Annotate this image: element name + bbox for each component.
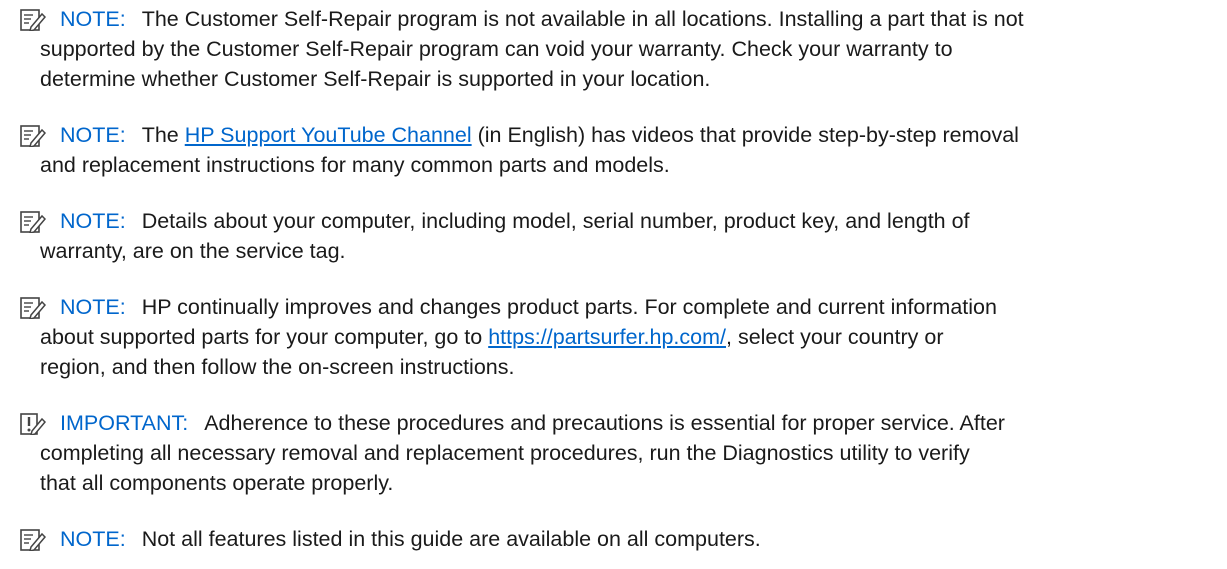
important-procedures: IMPORTANT: Adherence to these procedures … xyxy=(20,408,1210,498)
note-text: Adherence to these procedures and precau… xyxy=(204,411,1005,435)
note-text: determine whether Customer Self-Repair i… xyxy=(40,67,711,91)
important-label: IMPORTANT: xyxy=(60,411,189,435)
note-text: warranty, are on the service tag. xyxy=(40,239,346,263)
note-text: The Customer Self-Repair program is not … xyxy=(141,7,1024,31)
note-pencil-icon xyxy=(20,125,46,147)
note-service-tag: NOTE: Details about your computer, includ… xyxy=(20,206,1210,266)
note-text: and replacement instructions for many co… xyxy=(40,153,670,177)
note-pencil-icon xyxy=(20,529,46,551)
note-text: region, and then follow the on-screen in… xyxy=(40,355,515,379)
note-pencil-icon xyxy=(20,211,46,233)
note-pencil-icon xyxy=(20,9,46,31)
note-features: NOTE: Not all features listed in this gui… xyxy=(20,524,1210,554)
note-text: HP continually improves and changes prod… xyxy=(141,295,997,319)
note-text: , select your country or xyxy=(726,325,944,349)
note-text: Not all features listed in this guide ar… xyxy=(141,527,761,551)
hp-support-youtube-link[interactable]: HP Support YouTube Channel xyxy=(185,123,472,147)
note-label: NOTE: xyxy=(60,7,126,31)
note-text: Details about your computer, including m… xyxy=(141,209,970,233)
note-label: NOTE: xyxy=(60,209,126,233)
document-page: NOTE: The Customer Self-Repair program is… xyxy=(0,0,1227,569)
note-partsurfer: NOTE: HP continually improves and changes… xyxy=(20,292,1210,382)
note-label: NOTE: xyxy=(60,527,126,551)
note-pencil-icon xyxy=(20,297,46,319)
note-label: NOTE: xyxy=(60,123,126,147)
note-text: completing all necessary removal and rep… xyxy=(40,441,970,465)
partsurfer-link[interactable]: https://partsurfer.hp.com/ xyxy=(488,325,726,349)
note-customer-self-repair: NOTE: The Customer Self-Repair program is… xyxy=(20,4,1210,94)
note-text: The xyxy=(141,123,185,147)
important-alert-icon xyxy=(20,413,46,435)
note-text: supported by the Customer Self-Repair pr… xyxy=(40,37,953,61)
note-text: about supported parts for your computer,… xyxy=(40,325,489,349)
note-text: (in English) has videos that provide ste… xyxy=(471,123,1019,147)
note-youtube-channel: NOTE: The HP Support YouTube Channel (in … xyxy=(20,120,1210,180)
note-label: NOTE: xyxy=(60,295,126,319)
note-text: that all components operate properly. xyxy=(40,471,394,495)
